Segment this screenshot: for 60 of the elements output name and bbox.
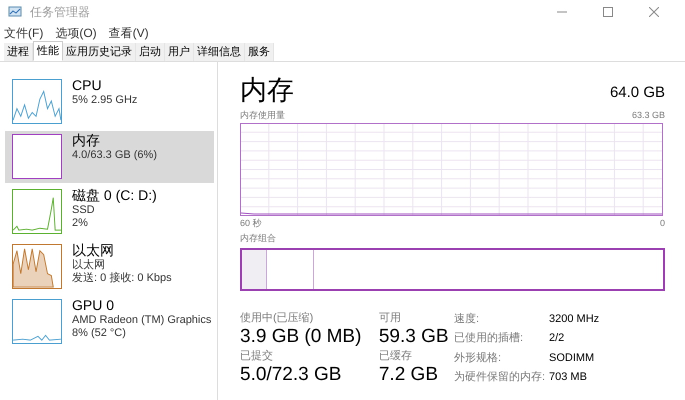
tab[interactable]: 性能	[33, 41, 63, 61]
property-label: 已使用的插槽:	[454, 331, 524, 346]
stat-label: 使用中(已压缩)	[240, 311, 314, 325]
app-icon	[8, 6, 22, 18]
property-label: 为硬件保留的内存:	[454, 370, 546, 385]
composition-label: 内存组合	[240, 233, 277, 244]
item-title: 以太网	[72, 242, 115, 259]
stat-label: 已提交	[240, 349, 274, 363]
sidebar-item[interactable]: 以太网 以太网 发送: 0 接收: 0 Kbps	[5, 241, 214, 293]
tab[interactable]: 用户	[165, 43, 194, 61]
stat-label: 可用	[378, 311, 402, 325]
graph-max-value: 63.3 GB	[632, 110, 665, 121]
item-title: CPU	[72, 77, 103, 94]
property-label: 外形规格:	[454, 350, 502, 366]
property-value: SODIMM	[549, 350, 596, 366]
maximize-icon	[603, 7, 613, 17]
tab[interactable]: 进程	[4, 43, 33, 61]
sidebar-item[interactable]: CPU 5% 2.95 GHz	[5, 76, 214, 128]
graph-label: 内存使用量	[240, 110, 285, 121]
item-detail: 发送: 0 接收: 0 Kbps	[72, 272, 172, 285]
item-detail: 2%	[72, 217, 89, 230]
tab[interactable]: 启动	[136, 43, 165, 61]
item-detail: SSD	[72, 204, 96, 217]
property-label: 速度:	[454, 312, 480, 327]
item-detail: 5% 2.95 GHz	[72, 94, 138, 107]
item-title: 内存	[72, 132, 101, 149]
item-title: GPU 0	[72, 297, 116, 314]
property-value: 3200 MHz	[549, 312, 600, 327]
item-detail: 4.0/63.3 GB (6%)	[72, 149, 157, 162]
item-detail: AMD Radeon (TM) Graphics	[72, 314, 212, 327]
sidebar-item[interactable]: 磁盘 0 (C: D:) SSD 2%	[5, 186, 214, 238]
menu-item[interactable]: 查看(V)	[108, 24, 149, 42]
usage-graph-icon	[12, 244, 62, 289]
time-end-label: 0	[660, 218, 665, 229]
stat-value: 5.0/72.3 GB	[240, 363, 342, 387]
item-detail: 以太网	[72, 259, 106, 272]
stat-label: 已缓存	[378, 349, 413, 363]
time-start-label: 60 秒	[240, 218, 262, 229]
page-title: 内存	[240, 74, 294, 106]
window-title: 任务管理器	[30, 4, 90, 21]
tab[interactable]: 应用历史记录	[63, 43, 136, 61]
stat-value: 59.3 GB	[378, 325, 450, 349]
property-value: 2/2	[549, 331, 566, 346]
usage-graph-icon	[12, 189, 62, 234]
usage-graph-icon	[12, 299, 62, 344]
capacity-value: 64.0 GB	[610, 82, 665, 102]
close-icon	[649, 7, 659, 17]
menu-item[interactable]: 选项(O)	[55, 24, 97, 42]
property-value: 703 MB	[549, 370, 588, 385]
usage-graph-icon	[12, 134, 62, 179]
menu-item[interactable]: 文件(F)	[4, 24, 44, 42]
sidebar-item[interactable]: GPU 0 AMD Radeon (TM) Graphics 8% (52 °C)	[5, 296, 214, 348]
item-detail: 8% (52 °C)	[72, 327, 127, 340]
sidebar-item[interactable]: 内存 4.0/63.3 GB (6%)	[5, 131, 214, 183]
usage-graph-icon	[12, 79, 62, 124]
item-title: 磁盘 0 (C: D:)	[72, 187, 157, 204]
stat-value: 7.2 GB	[378, 363, 439, 387]
tab[interactable]: 详细信息	[194, 43, 245, 61]
stat-value: 3.9 GB (0 MB)	[240, 325, 362, 349]
tab[interactable]: 服务	[245, 43, 274, 61]
